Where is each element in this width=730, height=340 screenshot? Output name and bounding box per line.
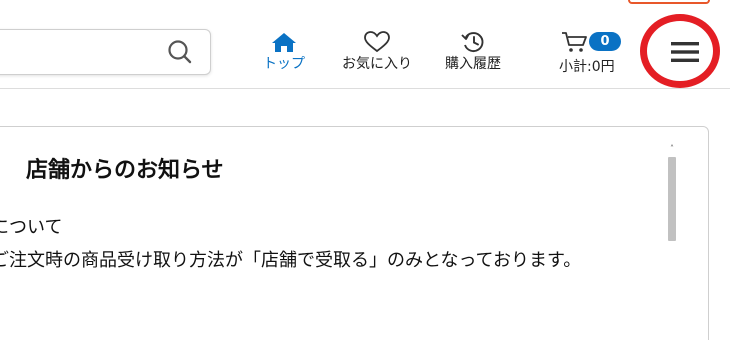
search-box — [0, 29, 211, 75]
nav-favorites-label: お気に入り — [342, 56, 412, 72]
notice-title: 店舗からのお知らせ — [26, 158, 224, 183]
nav-top[interactable]: トップ — [259, 30, 309, 78]
hamburger-menu-button[interactable] — [640, 14, 724, 88]
nav-favorites[interactable]: お気に入り — [337, 30, 417, 78]
notice-scrollbar[interactable]: ˄ — [667, 145, 677, 340]
header-divider — [0, 88, 730, 89]
cart-button[interactable]: 0 小計:0円 — [556, 30, 626, 78]
page: トップ お気に入り 購入履歴 0 小計:0円 店舗からのお知らせ ついて ご注文… — [0, 0, 730, 340]
cart-subtotal: 小計:0円 — [559, 59, 615, 75]
history-icon — [461, 32, 484, 52]
top-right-button-partial[interactable] — [628, 0, 710, 4]
notice-line: について — [0, 217, 63, 238]
scroll-thumb[interactable] — [668, 157, 676, 241]
search-icon[interactable] — [166, 38, 194, 66]
home-icon — [272, 33, 296, 52]
nav-top-label: トップ — [263, 56, 305, 72]
cart-icon — [562, 32, 587, 52]
cart-count-badge: 0 — [589, 32, 621, 51]
heart-icon — [364, 31, 390, 53]
scroll-up-arrow-icon[interactable]: ˄ — [667, 145, 677, 153]
notice-line: ご注文時の商品受け取り方法が「店舗で受取る」のみとなっております。 — [0, 250, 582, 271]
nav-history[interactable]: 購入履歴 — [440, 30, 506, 78]
notice-panel: 店舗からのお知らせ について ご注文時の商品受け取り方法が「店舗で受取る」のみと… — [0, 126, 709, 340]
search-input[interactable] — [1, 38, 155, 68]
nav-history-label: 購入履歴 — [445, 56, 501, 72]
hamburger-menu-icon — [671, 42, 699, 62]
